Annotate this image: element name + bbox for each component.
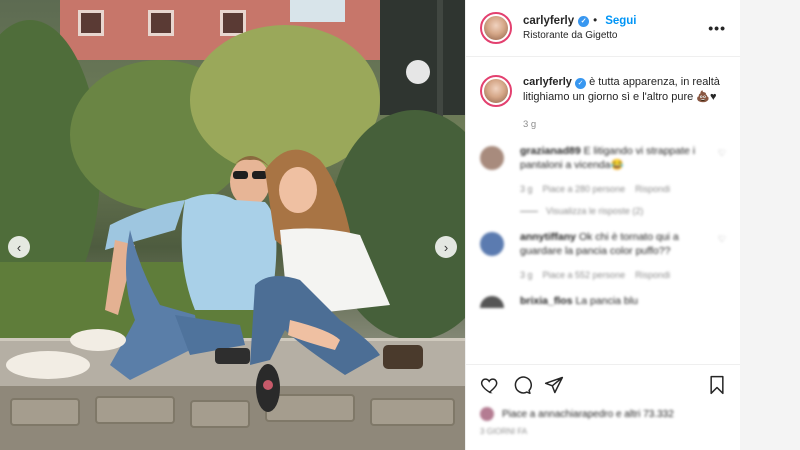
caption-avatar[interactable] [480,75,512,107]
comment-text: La pancia blu [575,295,638,307]
liker-avatar [480,407,494,421]
photo-couple [6,149,423,412]
instagram-post-modal-backdrop: ‹ › carlyferly ✓ • Segui Ristorante da G… [0,0,800,450]
comments-list: grazianad89 E litigando vi strappate i p… [466,144,740,320]
commenter-username[interactable]: annytiffany [520,231,576,243]
more-options-icon[interactable]: ••• [708,20,726,36]
heart-icon[interactable]: ♡ [718,234,726,282]
photo-sky [290,0,345,22]
verified-badge-icon: ✓ [575,78,586,89]
commenter-username[interactable]: grazianad89 [520,145,581,157]
post-location[interactable]: Ristorante da Gigetto [523,30,708,41]
replies-line [520,210,538,212]
comment-meta: 3 g Piace a 552 persone Rispondi [520,268,712,282]
post-side-panel: carlyferly ✓ • Segui Ristorante da Giget… [465,0,740,450]
post-caption: carlyferly ✓ è tutta apparenza, in realt… [466,57,740,107]
caption-text: carlyferly ✓ è tutta apparenza, in realt… [523,75,726,107]
comment-likes[interactable]: Piace a 552 persone [543,268,626,282]
commenter-avatar[interactable] [480,146,504,170]
caption-emoji: 💩♥ [696,91,717,103]
verified-badge-icon: ✓ [578,15,590,27]
reply-button[interactable]: Rispondi [635,268,670,282]
previous-photo-button[interactable]: ‹ [8,236,30,258]
comment-time: 3 g [520,270,533,280]
comment-likes[interactable]: Piace a 280 persone [543,182,626,196]
instagram-post-modal: ‹ › carlyferly ✓ • Segui Ristorante da G… [0,0,740,450]
photo-lamp [406,60,430,84]
comment-item: grazianad89 E litigando vi strappate i p… [480,144,726,196]
follow-button[interactable]: Segui [605,15,636,27]
action-icons [480,375,726,395]
chevron-right-icon: › [443,239,449,255]
comment-body: brixia_flos La pancia blu [520,294,726,308]
caption-time: 3 g [523,119,537,130]
avatar-image [484,16,508,40]
comment-time: 3 g [520,184,533,194]
likes-summary[interactable]: Piace a annachiarapedro e altri 73.332 [480,407,726,421]
post-actions: Piace a annachiarapedro e altri 73.332 3… [466,364,740,450]
post-date: 3 GIORNI FA [480,427,528,436]
reply-button[interactable]: Rispondi [635,182,670,196]
author-info: carlyferly ✓ • Segui Ristorante da Giget… [523,15,708,41]
comment-icon[interactable] [512,375,532,395]
separator-dot: • [593,15,598,27]
comment-meta: 3 g Piace a 280 persone Rispondi [520,182,712,196]
heart-icon[interactable]: ♡ [718,148,726,196]
chevron-left-icon: ‹ [16,239,22,255]
likes-text: Piace a annachiarapedro e altri 73.332 [502,408,674,420]
post-header: carlyferly ✓ • Segui Ristorante da Giget… [466,0,740,57]
caption-username[interactable]: carlyferly [523,76,572,88]
share-icon[interactable] [544,375,564,395]
author-line: carlyferly ✓ • Segui [523,15,708,27]
comment-item: brixia_flos La pancia blu [480,294,726,308]
commenter-username[interactable]: brixia_flos [520,295,573,307]
photo-lamp-pole [437,0,443,118]
avatar-image [484,79,508,103]
photo-window [78,10,104,36]
view-replies-label: Visualizza le risposte (2) [546,206,644,216]
bookmark-icon[interactable] [708,375,726,395]
author-avatar[interactable] [480,12,512,44]
post-photo: ‹ › [0,0,465,450]
next-photo-button[interactable]: › [435,236,457,258]
commenter-avatar[interactable] [480,296,504,308]
photo-window [148,10,174,36]
commenter-avatar[interactable] [480,232,504,256]
comment-body: annytiffany Ok chi è tornato qui a guard… [520,230,712,282]
heart-icon[interactable] [480,375,500,395]
view-replies-button[interactable]: Visualizza le risposte (2) [520,206,726,216]
comment-body: grazianad89 E litigando vi strappate i p… [520,144,712,196]
comment-item: annytiffany Ok chi è tornato qui a guard… [480,230,726,282]
photo-roof [380,0,465,115]
author-username[interactable]: carlyferly [523,15,574,27]
